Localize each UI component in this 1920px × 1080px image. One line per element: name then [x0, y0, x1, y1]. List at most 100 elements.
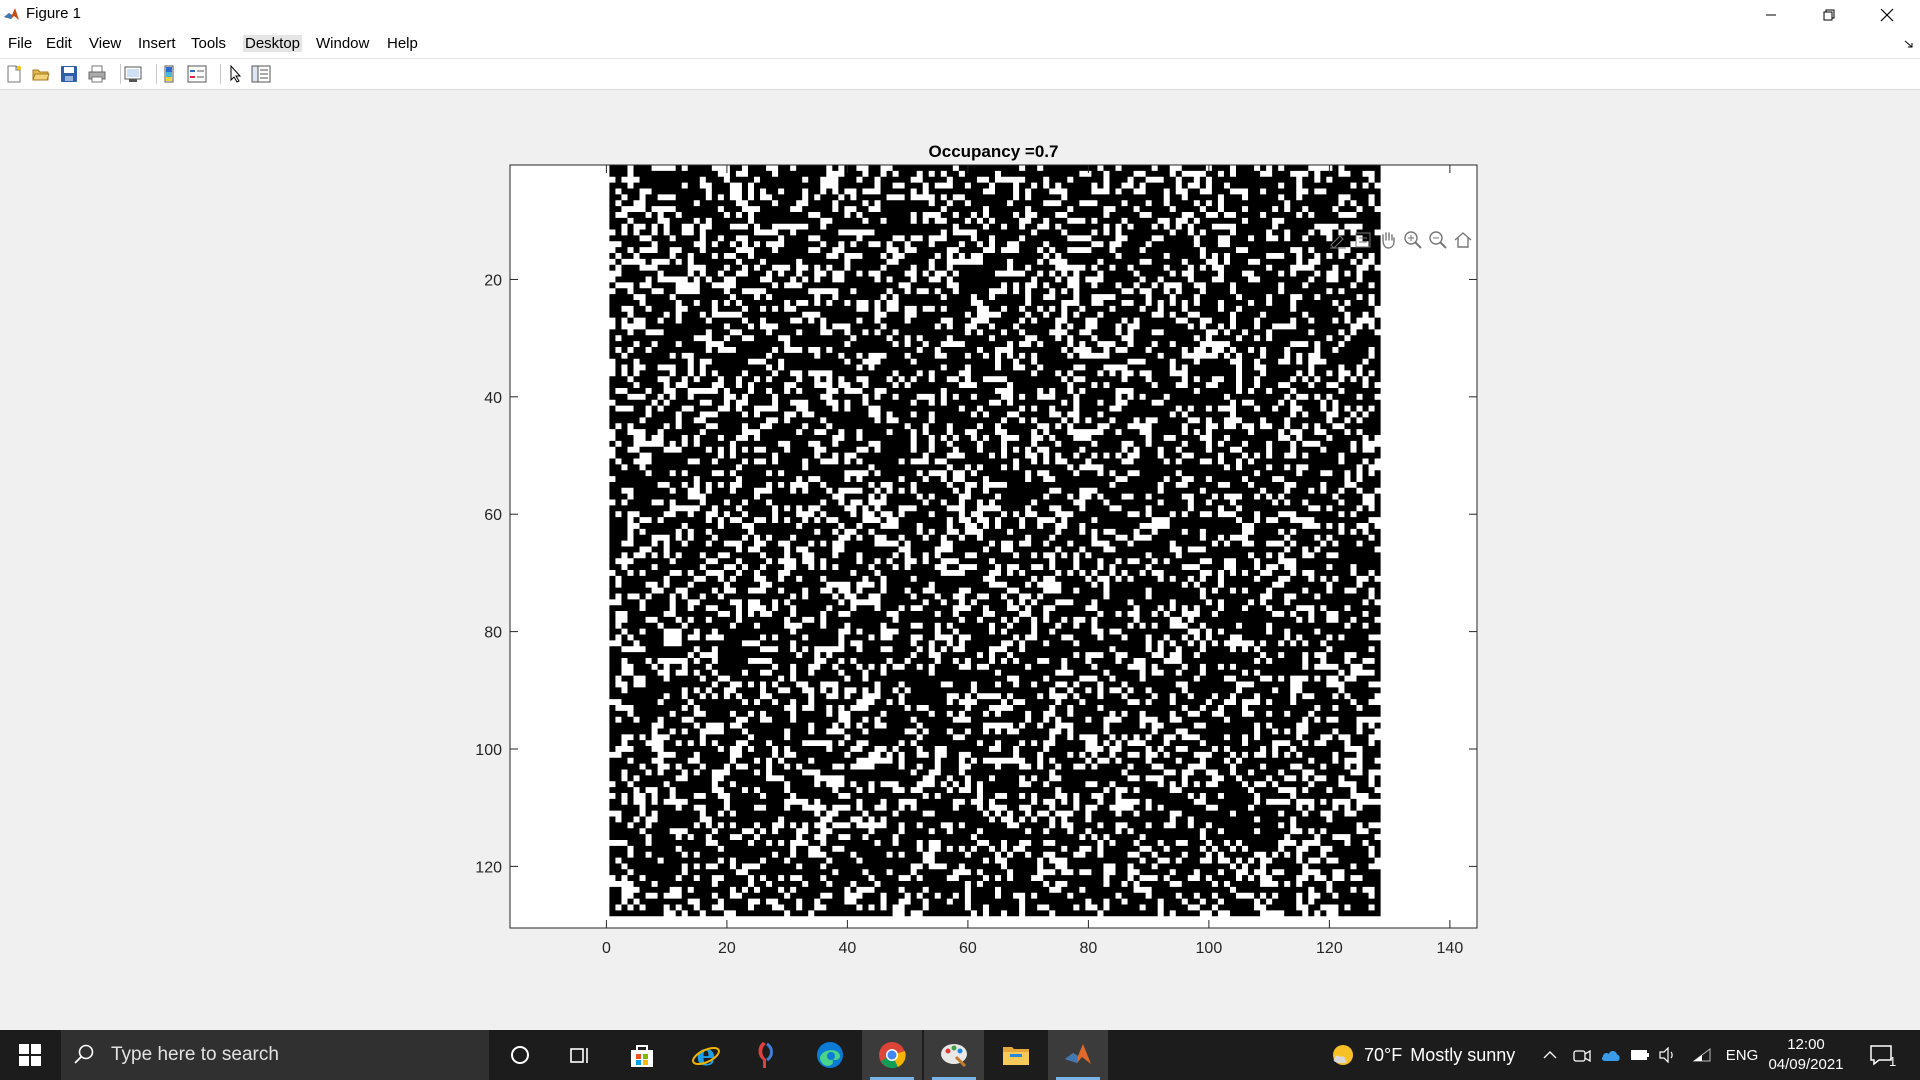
chrome-button[interactable] [862, 1030, 922, 1080]
battery-icon [1631, 1050, 1649, 1060]
restore-view-button[interactable] [1451, 228, 1475, 252]
menu-edit[interactable]: Edit [46, 35, 72, 52]
meet-now-button[interactable] [1570, 1030, 1594, 1080]
cortana-button[interactable] [490, 1030, 550, 1080]
pan-hand-icon [1382, 232, 1395, 249]
taskbar: Type here to search e 70°F Mostly sunny [0, 1030, 1920, 1080]
open-file-button[interactable] [30, 63, 52, 85]
chart-title: Occupancy =0.7 [929, 142, 1059, 161]
file-explorer-button[interactable] [986, 1030, 1046, 1080]
onedrive-button[interactable] [1599, 1030, 1623, 1080]
edit-plot-button[interactable] [225, 63, 247, 85]
figure-canvas: 0 20 40 60 80 100 120 140 20 40 60 80 100 120 Occupan… [0, 90, 1920, 1030]
chrome-icon [879, 1042, 906, 1069]
y-tick-label: 120 [475, 859, 502, 876]
weather-temperature: 70°F [1364, 1044, 1403, 1065]
x-tick-label: 140 [1437, 940, 1464, 957]
menu-view[interactable]: View [89, 35, 121, 52]
volume-button[interactable] [1656, 1030, 1680, 1080]
windows-logo-icon [19, 1044, 41, 1066]
x-tick-label: 0 [602, 940, 611, 957]
print-button[interactable] [86, 63, 108, 85]
minimize-button[interactable] [1742, 0, 1800, 29]
meet-now-icon [1573, 1049, 1591, 1063]
data-tips-button[interactable] [1351, 228, 1375, 252]
axes-toolbar [1326, 228, 1475, 252]
x-tick-label: 60 [959, 940, 977, 957]
language-indicator[interactable]: ENG [1722, 1030, 1762, 1080]
property-inspector-button[interactable] [250, 63, 272, 85]
taskbar-search[interactable]: Type here to search [61, 1030, 489, 1080]
matlab-button[interactable] [1048, 1030, 1108, 1080]
cortana-icon [511, 1046, 529, 1064]
restore-icon [1823, 9, 1835, 20]
matlab-icon [1065, 1044, 1091, 1064]
zoom-in-icon [1404, 231, 1422, 249]
task-view-icon [570, 1048, 588, 1063]
link-plot-button[interactable] [122, 63, 144, 85]
zoom-out-button[interactable] [1426, 228, 1450, 252]
speaker-icon [1659, 1047, 1673, 1063]
app-icon [758, 1042, 773, 1068]
menu-tools[interactable]: Tools [191, 35, 226, 52]
menu-bar: File Edit View Insert Tools Desktop Wind… [0, 29, 1920, 59]
menu-insert[interactable]: Insert [138, 35, 176, 52]
y-tick-label: 40 [484, 390, 502, 407]
internet-explorer-button[interactable]: e [676, 1030, 736, 1080]
close-icon [1880, 8, 1894, 21]
axes[interactable]: 0 20 40 60 80 100 120 140 20 40 60 80 100 120 Occupan… [0, 90, 1920, 1030]
y-tick-label: 20 [484, 272, 502, 289]
title-bar: Figure 1 [0, 0, 1920, 29]
brush-icon [1330, 235, 1346, 249]
data-tips-icon [1355, 232, 1371, 248]
store-button[interactable] [612, 1030, 672, 1080]
dock-arrow-icon[interactable] [1904, 39, 1914, 49]
chevron-up-icon [1543, 1051, 1557, 1059]
onedrive-cloud-icon [1601, 1051, 1620, 1061]
print-icon [88, 65, 106, 83]
file-explorer-icon [1003, 1047, 1029, 1065]
brush-button[interactable] [1326, 228, 1350, 252]
edit-plot-icon [230, 65, 242, 83]
zoom-in-button[interactable] [1401, 228, 1425, 252]
search-placeholder: Type here to search [111, 1044, 279, 1065]
matlab-logo-icon [3, 6, 20, 23]
y-tick-label: 60 [484, 507, 502, 524]
x-tick-label: 80 [1079, 940, 1097, 957]
paint-icon [941, 1044, 967, 1068]
toolbar-separator [156, 64, 157, 84]
task-view-button[interactable] [550, 1030, 610, 1080]
search-icon [74, 1044, 94, 1064]
notification-center-button[interactable]: 1 [1862, 1030, 1902, 1080]
new-figure-button[interactable] [3, 63, 25, 85]
clock[interactable]: 12:00 04/09/2021 [1768, 1035, 1844, 1075]
menu-window[interactable]: Window [316, 35, 369, 52]
minimize-icon [1766, 14, 1776, 15]
insert-colorbar-button[interactable] [158, 63, 180, 85]
battery-button[interactable] [1628, 1030, 1652, 1080]
link-plot-icon [124, 66, 142, 82]
save-button[interactable] [58, 63, 80, 85]
show-hidden-icons-button[interactable] [1540, 1030, 1560, 1080]
edge-button[interactable] [800, 1030, 860, 1080]
toolbar-separator [220, 64, 221, 84]
x-tick-label: 20 [718, 940, 736, 957]
network-button[interactable] [1690, 1030, 1714, 1080]
pinned-app-button[interactable] [737, 1030, 797, 1080]
start-button[interactable] [0, 1030, 60, 1080]
x-tick-label: 120 [1316, 940, 1343, 957]
save-icon [61, 66, 77, 82]
menu-desktop[interactable]: Desktop [243, 35, 303, 52]
menu-file[interactable]: File [8, 35, 32, 52]
figure-toolbar [0, 59, 1920, 90]
close-button[interactable] [1858, 0, 1916, 29]
restore-button[interactable] [1800, 0, 1858, 29]
microsoft-store-icon [631, 1045, 653, 1067]
internet-explorer-icon: e [692, 1040, 720, 1070]
open-property-inspector-icon [251, 65, 271, 83]
paint-button[interactable] [924, 1030, 984, 1080]
pan-button[interactable] [1376, 228, 1400, 252]
insert-legend-button[interactable] [186, 63, 208, 85]
weather-widget[interactable]: 70°F Mostly sunny [1330, 1030, 1515, 1080]
menu-help[interactable]: Help [387, 35, 418, 52]
